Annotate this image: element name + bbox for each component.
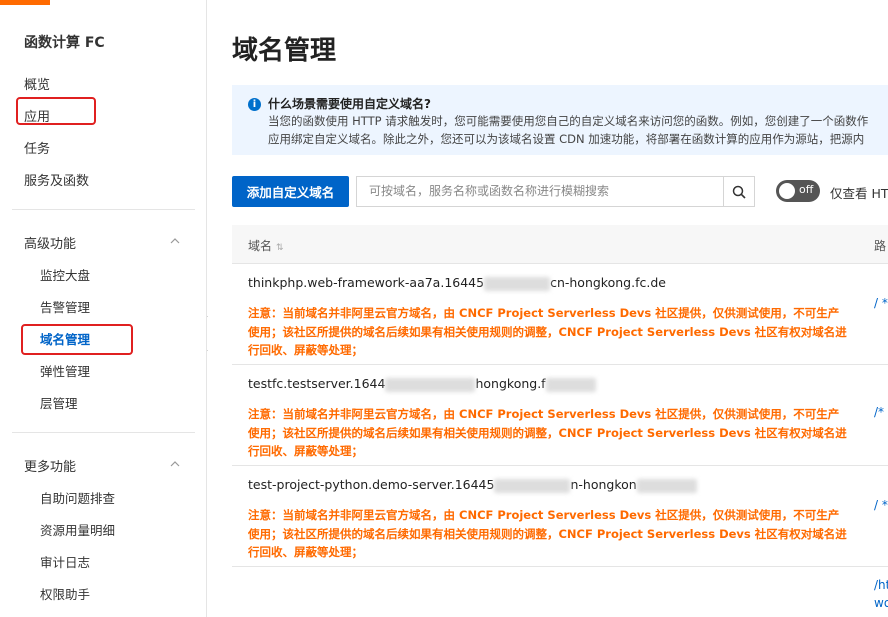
info-title: 什么场景需要使用自定义域名? [268,97,431,111]
main-content: 域名管理 i 什么场景需要使用自定义域名? 当您的函数使用 HTTP 请求触发时… [208,0,888,617]
route-path[interactable]: /* [874,405,884,419]
domain-warning: 注意：当前域名并非阿里云官方域名，由 CNCF Project Serverle… [248,407,847,458]
sidebar-item-elasticity[interactable]: 弹性管理 [40,361,90,380]
toggle-label: 仅查看 HTT [830,186,888,201]
table-row: test-project-python.demo-server.16445 n-h… [232,466,888,567]
info-banner: i 什么场景需要使用自定义域名? 当您的函数使用 HTTP 请求触发时，您可能需… [232,85,888,155]
table-header: 域名 ⇅ 路 [232,225,888,264]
sidebar-group-advanced[interactable]: 高级功能 [24,233,76,252]
sidebar-item-overview[interactable]: 概览 [24,74,50,93]
info-text-line-1: 当您的函数使用 HTTP 请求触发时，您可能需要使用您自己的自定义域名来访问您的… [268,114,869,128]
annotation-highlight-domains [21,324,133,355]
sidebar-item-audit-log[interactable]: 审计日志 [40,552,90,571]
domain-warning: 注意：当前域名并非阿里云官方域名，由 CNCF Project Serverle… [248,306,847,357]
sidebar-item-layers[interactable]: 层管理 [40,393,78,412]
domain-name[interactable]: thinkphp.web-framework-aa7a.16445 cn-hong… [248,275,666,291]
route-path-partial[interactable]: wo [874,596,888,610]
route-path[interactable]: / * [874,296,888,310]
column-header-path: 路 [874,239,887,253]
domain-name[interactable]: testfc.testserver.1644 hongkong.f [248,376,596,392]
route-path[interactable]: / * [874,498,888,512]
sidebar-divider [12,432,195,433]
sidebar-item-permission-helper[interactable]: 权限助手 [40,584,90,603]
domain-warning: 注意：当前域名并非阿里云官方域名，由 CNCF Project Serverle… [248,508,847,559]
add-custom-domain-button[interactable]: 添加自定义域名 [232,176,349,207]
sidebar-item-usage[interactable]: 资源用量明细 [40,520,115,539]
sidebar-item-troubleshoot[interactable]: 自助问题排查 [40,488,115,507]
table-row: testfc.testserver.1644 hongkong.f 注意：当前域名… [232,365,888,466]
product-title: 函数计算 FC [24,35,105,51]
table-row: thinkphp.web-framework-aa7a.16445 cn-hong… [232,264,888,365]
annotation-highlight-applications [16,97,96,125]
sidebar-group-more[interactable]: 更多功能 [24,456,76,475]
route-path-partial[interactable]: /ht [874,578,888,592]
chevron-up-icon[interactable] [170,459,180,469]
brand-accent-bar [0,0,50,5]
info-text-line-2: 应用绑定自定义域名。除此之外，您还可以为该域名设置 CDN 加速功能，将部署在函… [268,132,865,146]
sidebar: 函数计算 FC 概览 应用 任务 服务及函数 高级功能 监控大盘 告警管理 域名… [0,0,207,617]
domain-name[interactable]: test-project-python.demo-server.16445 n-h… [248,477,697,493]
toggle-state: off [799,183,814,196]
search-button[interactable] [723,176,755,207]
sidebar-item-services-functions[interactable]: 服务及函数 [24,170,89,189]
search-icon [732,185,746,199]
column-header-domain[interactable]: 域名 ⇅ [248,237,284,254]
sidebar-divider [12,209,195,210]
http-only-toggle[interactable]: off [776,180,820,202]
info-icon: i [248,98,261,111]
toggle-knob [779,183,795,199]
sidebar-item-monitoring[interactable]: 监控大盘 [40,265,90,284]
search-input[interactable]: 可按域名，服务名称或函数名称进行模糊搜索 [356,176,724,207]
page-title: 域名管理 [232,36,337,66]
chevron-up-icon[interactable] [170,236,180,246]
sidebar-item-alerts[interactable]: 告警管理 [40,297,90,316]
sidebar-item-tasks[interactable]: 任务 [24,138,50,157]
sort-icon[interactable]: ⇅ [276,243,284,253]
